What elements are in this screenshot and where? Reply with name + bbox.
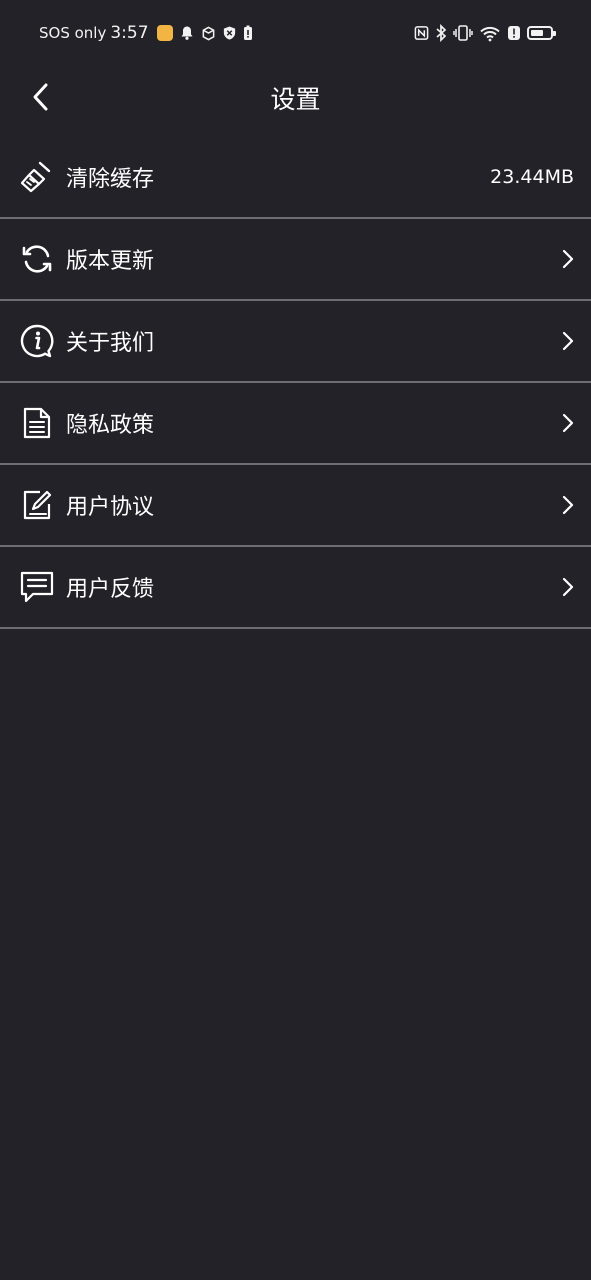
battery-alert-icon — [243, 25, 253, 41]
status-time: 3:57 — [110, 23, 149, 43]
page-title: 设置 — [270, 85, 321, 114]
status-left: SOS only 3:57 — [39, 20, 253, 46]
status-bar: SOS only 3:57 — [0, 0, 591, 66]
battery-icon — [527, 26, 556, 40]
chevron-right-icon — [559, 575, 577, 599]
carrier-text: SOS only — [39, 24, 107, 42]
bell-icon — [179, 25, 195, 41]
menu-item-user-feedback[interactable]: 用户反馈 — [0, 547, 591, 629]
shield-x-icon — [222, 25, 237, 41]
menu-item-privacy-policy[interactable]: 隐私政策 — [0, 383, 591, 465]
info-bubble-icon — [19, 323, 55, 359]
title-bar: 设置 — [0, 66, 591, 128]
chevron-right-icon — [559, 411, 577, 435]
broom-icon — [19, 159, 55, 195]
menu-item-label: 清除缓存 — [66, 167, 155, 192]
wifi-icon — [479, 24, 501, 42]
chevron-right-icon — [559, 329, 577, 353]
menu-item-label: 版本更新 — [66, 249, 155, 274]
edit-document-icon — [19, 487, 55, 523]
notification-app-icon — [156, 25, 173, 41]
menu-item-label: 隐私政策 — [66, 413, 155, 438]
chevron-right-icon — [559, 247, 577, 271]
feedback-icon — [19, 569, 55, 605]
menu-item-about-us[interactable]: 关于我们 — [0, 301, 591, 383]
bluetooth-icon — [435, 24, 447, 42]
menu-item-label: 用户协议 — [66, 495, 155, 520]
menu-item-label: 关于我们 — [66, 331, 155, 356]
refresh-icon — [19, 241, 55, 277]
chevron-right-icon — [559, 493, 577, 517]
settings-list: 清除缓存 23.44MB 版本更新 关于我们 隐私政策 用户协议 用户反馈 — [0, 137, 591, 629]
cube-icon — [201, 26, 216, 41]
status-right — [414, 20, 556, 46]
menu-item-version-update[interactable]: 版本更新 — [0, 219, 591, 301]
nfc-icon — [414, 25, 429, 41]
menu-item-clear-cache[interactable]: 清除缓存 23.44MB — [0, 137, 591, 219]
cache-size-value: 23.44MB — [490, 166, 574, 188]
document-icon — [19, 405, 55, 441]
vibrate-icon — [453, 24, 473, 42]
menu-item-label: 用户反馈 — [66, 577, 155, 602]
alert-icon — [507, 25, 521, 41]
menu-item-user-agreement[interactable]: 用户协议 — [0, 465, 591, 547]
